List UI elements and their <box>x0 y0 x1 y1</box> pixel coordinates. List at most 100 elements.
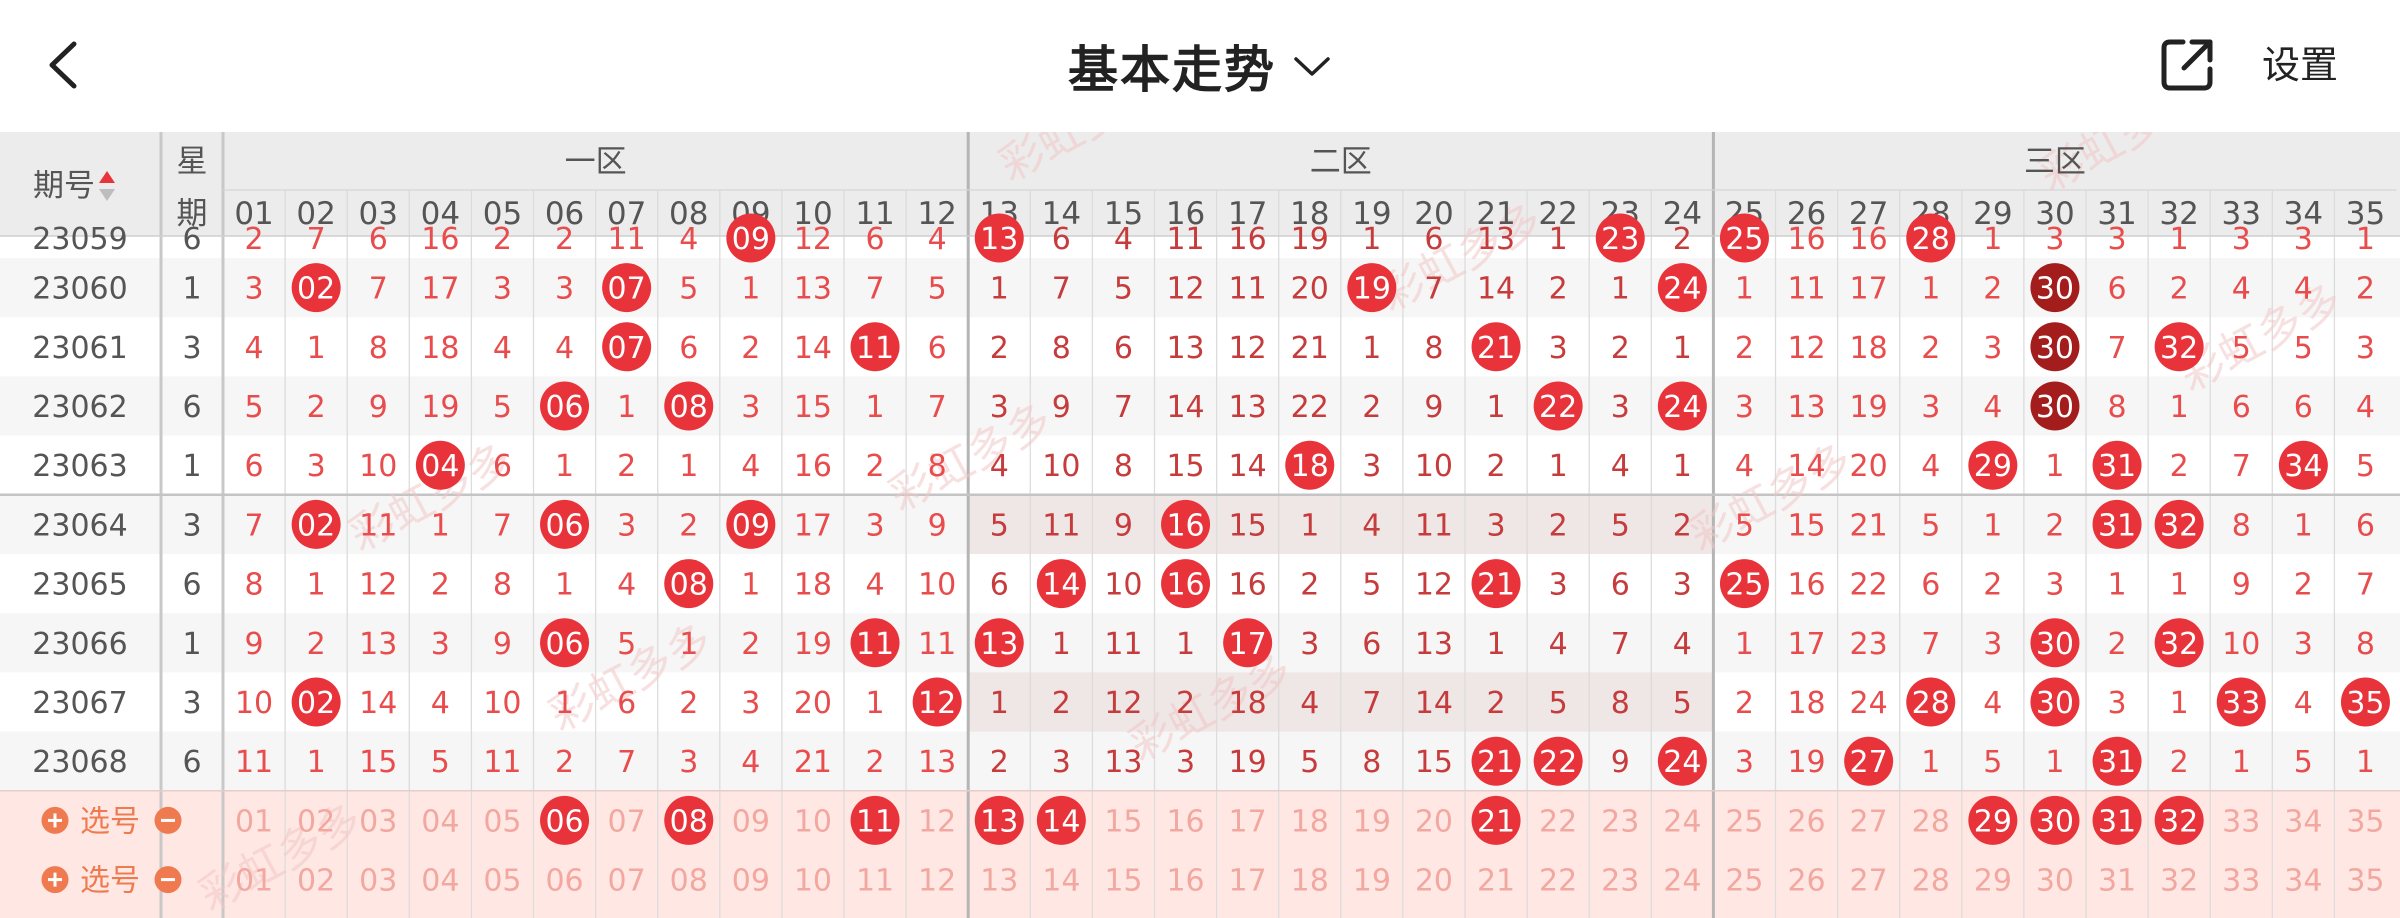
miss-count: 1 <box>679 627 698 662</box>
miss-count: 4 <box>866 568 885 603</box>
ball-number: 07 <box>608 331 646 366</box>
pick-cell[interactable]: 27 <box>1850 804 1888 839</box>
pick-cell[interactable]: 12 <box>918 864 956 899</box>
page-title: 基本走势 <box>1068 41 1276 99</box>
pick-cell[interactable]: 33 <box>2222 804 2260 839</box>
pick-cell[interactable]: 33 <box>2222 864 2260 899</box>
zone-header-3: 三区 <box>2024 144 2086 180</box>
add-pick-button[interactable] <box>41 806 69 834</box>
pick-cell[interactable]: 13 <box>974 795 1024 845</box>
pick-cell[interactable]: 26 <box>1787 864 1825 899</box>
pick-cell[interactable]: 34 <box>2284 804 2322 839</box>
pick-cell[interactable]: 31 <box>2098 864 2136 899</box>
pick-cell[interactable]: 14 <box>1042 864 1080 899</box>
pick-cell[interactable]: 28 <box>1912 804 1950 839</box>
miss-count: 15 <box>359 745 397 780</box>
pick-cell[interactable]: 24 <box>1663 804 1701 839</box>
pick-cell[interactable]: 19 <box>1353 864 1391 899</box>
pick-cell[interactable]: 09 <box>732 864 770 899</box>
pick-cell[interactable]: 28 <box>1912 864 1950 899</box>
miss-count: 6 <box>493 449 512 484</box>
pick-cell[interactable]: 20 <box>1415 864 1453 899</box>
pick-cell[interactable]: 27 <box>1850 864 1888 899</box>
pick-cell[interactable]: 25 <box>1725 804 1763 839</box>
pick-cell[interactable]: 02 <box>297 864 335 899</box>
settings-button[interactable]: 设置 <box>2262 40 2338 90</box>
pick-cell[interactable]: 08 <box>670 864 708 899</box>
pick-cell[interactable]: 10 <box>794 864 832 899</box>
miss-count: 4 <box>1735 449 1754 484</box>
add-pick-button[interactable] <box>41 866 69 894</box>
pick-cell[interactable]: 21 <box>1471 795 1521 845</box>
pick-cell[interactable]: 03 <box>359 864 397 899</box>
share-button[interactable] <box>2158 36 2216 94</box>
pick-cell[interactable]: 24 <box>1663 864 1701 899</box>
pick-cell[interactable]: 15 <box>1104 804 1142 839</box>
miss-count: 3 <box>1487 508 1506 543</box>
pick-cell[interactable]: 03 <box>359 804 397 839</box>
pick-cell[interactable]: 30 <box>2036 864 2074 899</box>
pick-cell[interactable]: 22 <box>1539 864 1577 899</box>
pick-cell[interactable]: 35 <box>2346 804 2384 839</box>
pick-cell[interactable]: 11 <box>850 795 900 845</box>
pick-cell[interactable]: 32 <box>2154 795 2204 845</box>
miss-count: 14 <box>1166 390 1204 425</box>
pick-cell[interactable]: 05 <box>483 864 521 899</box>
pick-cell[interactable]: 26 <box>1787 804 1825 839</box>
pick-cell[interactable]: 01 <box>235 864 273 899</box>
miss-count: 1 <box>617 390 636 425</box>
pick-cell[interactable]: 22 <box>1539 804 1577 839</box>
miss-count: 17 <box>1787 627 1825 662</box>
remove-pick-button[interactable] <box>154 806 182 834</box>
pick-cell[interactable]: 16 <box>1166 864 1204 899</box>
pick-cell[interactable]: 34 <box>2284 864 2322 899</box>
pick-cell[interactable]: 01 <box>235 804 273 839</box>
pick-cell[interactable]: 25 <box>1725 864 1763 899</box>
pick-cell[interactable]: 30 <box>2030 795 2080 845</box>
pick-cell[interactable]: 05 <box>483 804 521 839</box>
pick-cell[interactable]: 04 <box>421 804 459 839</box>
miss-count: 4 <box>990 449 1009 484</box>
pick-cell[interactable]: 14 <box>1036 795 1086 845</box>
miss-count: 8 <box>1362 745 1381 780</box>
pick-cell[interactable]: 10 <box>794 804 832 839</box>
pick-cell[interactable]: 20 <box>1415 804 1453 839</box>
pick-cell[interactable]: 29 <box>1968 795 2018 845</box>
pick-cell[interactable]: 19 <box>1353 804 1391 839</box>
pick-cell[interactable]: 07 <box>608 804 646 839</box>
pick-cell[interactable]: 06 <box>545 864 583 899</box>
title-dropdown[interactable]: 基本走势 <box>1068 30 1332 102</box>
miss-count: 2 <box>1487 686 1506 721</box>
pick-cell[interactable]: 23 <box>1601 804 1639 839</box>
issue-number: 23065 <box>32 568 127 603</box>
pick-cell[interactable]: 35 <box>2346 864 2384 899</box>
issue-column-header[interactable]: 期号 <box>33 168 95 204</box>
pick-cell[interactable]: 29 <box>1974 864 2012 899</box>
pick-cell[interactable]: 07 <box>608 864 646 899</box>
miss-count: 12 <box>1104 686 1142 721</box>
pick-cell[interactable]: 08 <box>664 795 714 845</box>
pick-cell[interactable]: 04 <box>421 864 459 899</box>
pick-cell[interactable]: 16 <box>1166 804 1204 839</box>
miss-count: 8 <box>2108 390 2127 425</box>
pick-cell[interactable]: 15 <box>1104 864 1142 899</box>
remove-pick-button[interactable] <box>154 866 182 894</box>
pick-cell[interactable]: 17 <box>1229 864 1267 899</box>
pick-cell[interactable]: 18 <box>1291 804 1329 839</box>
pick-cell[interactable]: 09 <box>732 804 770 839</box>
pick-cell[interactable]: 18 <box>1291 864 1329 899</box>
pick-cell[interactable]: 02 <box>297 804 335 839</box>
pick-cell[interactable]: 11 <box>856 864 894 899</box>
back-button[interactable] <box>30 30 94 100</box>
pick-cell[interactable]: 06 <box>540 795 590 845</box>
pick-cell[interactable]: 21 <box>1477 864 1515 899</box>
pick-cell[interactable]: 17 <box>1229 804 1267 839</box>
pick-cell[interactable]: 32 <box>2160 864 2198 899</box>
pick-cell[interactable]: 12 <box>918 804 956 839</box>
pick-cell[interactable]: 31 <box>2092 795 2142 845</box>
miss-count: 3 <box>617 508 636 543</box>
ball-option: 26 <box>1787 864 1825 899</box>
pick-cell[interactable]: 13 <box>980 864 1018 899</box>
pick-cell[interactable]: 23 <box>1601 864 1639 899</box>
miss-count: 8 <box>1114 449 1133 484</box>
